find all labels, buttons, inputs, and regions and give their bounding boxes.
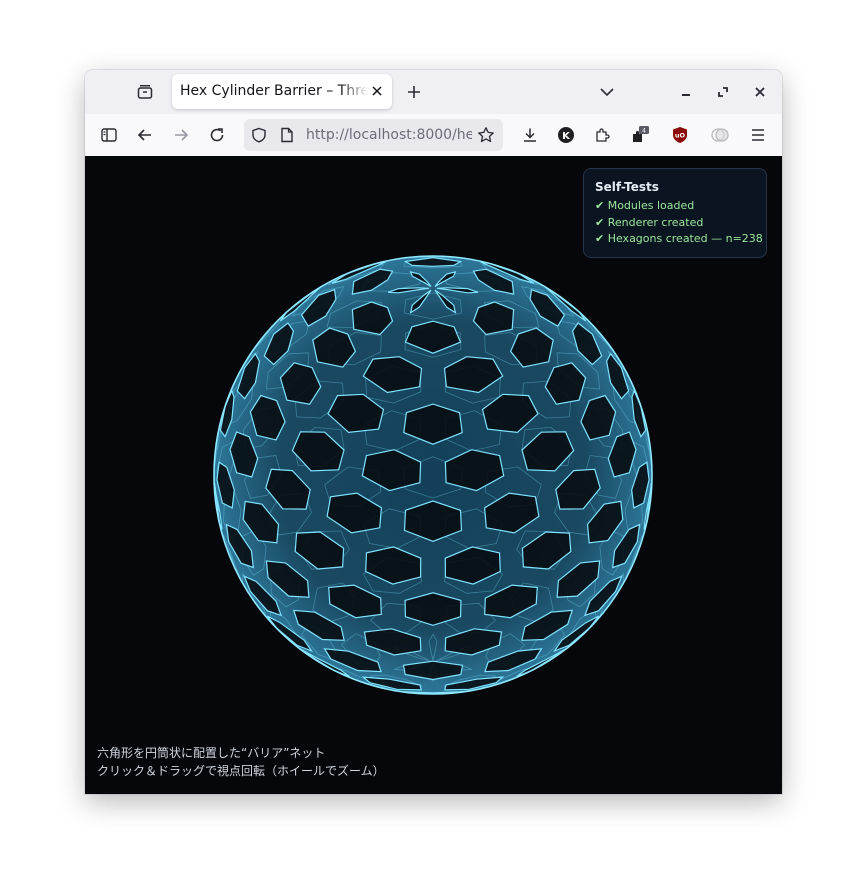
minimize-icon[interactable] — [671, 77, 701, 107]
navigation-toolbar: http://localhost:8000/hex K 4 uO — [85, 114, 782, 157]
arrow-right-icon[interactable] — [166, 120, 196, 150]
reload-icon[interactable] — [202, 120, 232, 150]
tab-active[interactable]: Hex Cylinder Barrier – Three.js — [172, 74, 392, 109]
svg-text:uO: uO — [675, 132, 686, 140]
caption-line-2: クリック＆ドラッグで視点回転（ホイールでズーム） — [97, 764, 385, 778]
star-icon[interactable] — [477, 126, 495, 148]
plus-icon[interactable] — [399, 77, 429, 107]
chevron-down-icon[interactable] — [592, 77, 622, 107]
close-icon[interactable] — [745, 77, 775, 107]
maximize-icon[interactable] — [708, 77, 738, 107]
sidebar-icon[interactable] — [94, 120, 124, 150]
self-tests-panel: Self-Tests ✔ Modules loaded ✔ Renderer c… — [583, 168, 767, 258]
tab-bar: Hex Cylinder Barrier – Three.js — [85, 70, 782, 114]
tab-title: Hex Cylinder Barrier – Three.js — [180, 83, 368, 99]
browser-window: Hex Cylinder Barrier – Three.js — [85, 70, 782, 794]
svg-text:K: K — [562, 131, 571, 142]
shield-icon[interactable] — [251, 127, 267, 147]
caption: 六角形を円筒状に配置した“バリア”ネット クリック＆ドラッグで視点回転（ホイール… — [97, 744, 385, 780]
svg-text:4: 4 — [642, 128, 646, 135]
k-extension-icon[interactable]: K — [551, 120, 581, 150]
ublock-icon[interactable]: uO — [665, 120, 695, 150]
page-icon[interactable] — [280, 127, 294, 147]
caption-line-1: 六角形を円筒状に配置した“バリア”ネット — [97, 746, 326, 760]
arrow-left-icon[interactable] — [130, 120, 160, 150]
self-test-renderer: ✔ Renderer created — [595, 215, 704, 229]
url-bar[interactable]: http://localhost:8000/hex — [244, 119, 503, 151]
self-tests-title: Self-Tests — [595, 180, 659, 194]
puzzle-icon[interactable] — [587, 120, 617, 150]
url-input[interactable]: http://localhost:8000/hex — [306, 127, 472, 143]
tab-collections-icon[interactable] — [130, 77, 160, 107]
extension-badge-icon[interactable]: 4 — [625, 120, 655, 150]
download-icon[interactable] — [515, 120, 545, 150]
hamburger-menu-icon[interactable] — [743, 120, 773, 150]
tab-close-icon[interactable] — [368, 82, 386, 100]
self-test-modules: ✔ Modules loaded — [595, 199, 695, 212]
webgl-canvas[interactable]: Self-Tests ✔ Modules loaded ✔ Renderer c… — [85, 156, 782, 794]
account-icon[interactable] — [705, 120, 735, 150]
self-test-hexagons: ✔ Hexagons created — n=238 — [595, 232, 763, 245]
